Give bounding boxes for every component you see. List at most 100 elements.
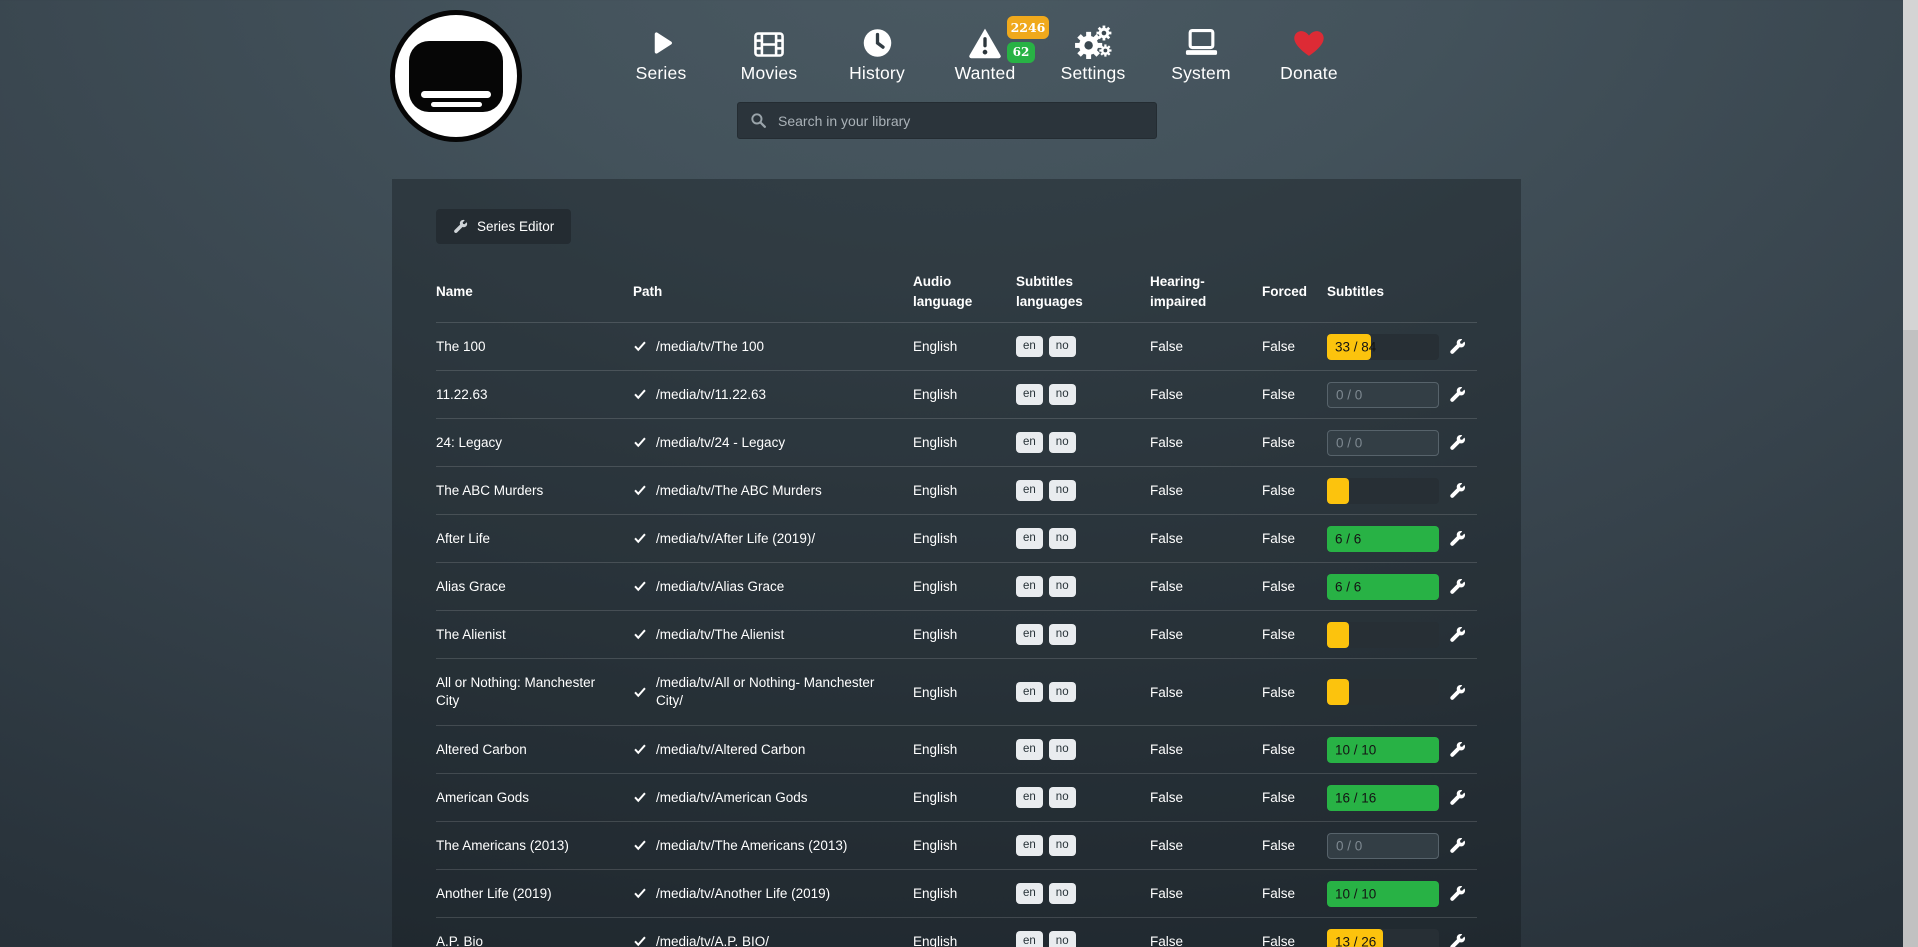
series-name: After Life — [436, 530, 633, 548]
language-badge: en — [1016, 480, 1043, 501]
audio-language: English — [913, 387, 1016, 402]
edit-series-wrench-button[interactable] — [1449, 885, 1466, 902]
bazarr-logo[interactable] — [390, 10, 522, 142]
series-editor-button[interactable]: Series Editor — [436, 209, 571, 244]
series-path-text: /media/tv/The 100 — [656, 338, 764, 356]
series-path: /media/tv/All or Nothing- Manchester Cit… — [633, 674, 913, 709]
library-search — [737, 102, 1157, 139]
language-badge: en — [1016, 739, 1043, 760]
edit-series-wrench-button[interactable] — [1449, 626, 1466, 643]
edit-series-wrench-button[interactable] — [1449, 933, 1466, 947]
language-badges: enno — [1016, 576, 1150, 597]
subtitles-progress: 6 / 6 — [1327, 574, 1439, 600]
series-path: /media/tv/24 - Legacy — [633, 434, 913, 452]
table-row: After Life /media/tv/After Life (2019)/ … — [436, 514, 1477, 562]
edit-series-wrench-button[interactable] — [1449, 482, 1466, 499]
wanted-movies-count-badge: 62 — [1007, 42, 1035, 63]
nav-item-history[interactable]: History — [823, 20, 931, 84]
language-badge: en — [1016, 931, 1043, 947]
audio-language: English — [913, 886, 1016, 901]
series-name: Alias Grace — [436, 578, 633, 596]
subtitles-progress — [1327, 622, 1439, 648]
wrench-icon — [1449, 837, 1466, 854]
check-icon — [633, 886, 647, 900]
column-header-audio-language: Audio language — [913, 272, 1016, 311]
nav-item-movies[interactable]: Movies — [715, 20, 823, 84]
series-path: /media/tv/A.P. BIO/ — [633, 933, 913, 947]
forced-value: False — [1262, 742, 1327, 757]
language-badge: no — [1049, 739, 1076, 760]
nav-label-settings: Settings — [1039, 63, 1147, 84]
language-badge: en — [1016, 336, 1043, 357]
subtitles-progress-label: 0 / 0 — [1336, 838, 1362, 853]
series-name: The Alienist — [436, 626, 633, 644]
audio-language: English — [913, 339, 1016, 354]
column-header-hearing-impaired: Hearing-impaired — [1150, 272, 1262, 311]
wrench-icon — [1449, 789, 1466, 806]
forced-value: False — [1262, 387, 1327, 402]
series-table: Name Path Audio language Subtitles langu… — [436, 262, 1477, 947]
subtitles-progress-label: 0 / 0 — [1336, 387, 1362, 402]
vertical-scrollbar-track[interactable] — [1903, 0, 1918, 947]
subtitles-progress-label: 16 / 16 — [1335, 790, 1376, 805]
series-path: /media/tv/After Life (2019)/ — [633, 530, 913, 548]
table-row: A.P. Bio /media/tv/A.P. BIO/ English enn… — [436, 917, 1477, 947]
column-header-forced: Forced — [1262, 282, 1327, 302]
series-path-text: /media/tv/Alias Grace — [656, 578, 784, 596]
language-badge: no — [1049, 336, 1076, 357]
edit-series-wrench-button[interactable] — [1449, 434, 1466, 451]
play-icon — [607, 20, 715, 60]
language-badges: enno — [1016, 835, 1150, 856]
edit-series-wrench-button[interactable] — [1449, 530, 1466, 547]
check-icon — [633, 435, 647, 449]
edit-series-wrench-button[interactable] — [1449, 741, 1466, 758]
hearing-impaired-value: False — [1150, 934, 1262, 947]
series-path: /media/tv/Altered Carbon — [633, 741, 913, 759]
wrench-icon — [1449, 578, 1466, 595]
language-badge: no — [1049, 576, 1076, 597]
language-badges: enno — [1016, 432, 1150, 453]
language-badge: en — [1016, 576, 1043, 597]
language-badges: enno — [1016, 931, 1150, 947]
edit-series-wrench-button[interactable] — [1449, 789, 1466, 806]
language-badge: en — [1016, 835, 1043, 856]
audio-language: English — [913, 531, 1016, 546]
nav-item-settings[interactable]: Settings — [1039, 20, 1147, 84]
language-badges: enno — [1016, 336, 1150, 357]
edit-series-wrench-button[interactable] — [1449, 338, 1466, 355]
hearing-impaired-value: False — [1150, 742, 1262, 757]
nav-item-wanted[interactable]: Wanted 2246 62 — [931, 20, 1039, 84]
series-path: /media/tv/11.22.63 — [633, 386, 913, 404]
series-path: /media/tv/Another Life (2019) — [633, 885, 913, 903]
edit-series-wrench-button[interactable] — [1449, 684, 1466, 701]
nav-item-series[interactable]: Series — [607, 20, 715, 84]
language-badges: enno — [1016, 739, 1150, 760]
edit-series-wrench-button[interactable] — [1449, 386, 1466, 403]
series-path: /media/tv/The Americans (2013) — [633, 837, 913, 855]
nav-label-donate: Donate — [1255, 63, 1363, 84]
forced-value: False — [1262, 790, 1327, 805]
column-header-subtitles-languages: Subtitles languages — [1016, 272, 1150, 311]
film-icon — [715, 20, 823, 60]
series-editor-panel: Series Editor Name Path Audio language S… — [392, 179, 1521, 947]
nav-item-donate[interactable]: Donate — [1255, 20, 1363, 84]
table-row: Another Life (2019) /media/tv/Another Li… — [436, 869, 1477, 917]
column-header-subtitles: Subtitles — [1327, 282, 1449, 302]
edit-series-wrench-button[interactable] — [1449, 578, 1466, 595]
nav-item-system[interactable]: System — [1147, 20, 1255, 84]
series-name: The Americans (2013) — [436, 837, 633, 855]
vertical-scrollbar-thumb[interactable] — [1903, 0, 1918, 330]
subtitles-progress: 0 / 0 — [1327, 382, 1439, 408]
edit-series-wrench-button[interactable] — [1449, 837, 1466, 854]
series-name: The ABC Murders — [436, 482, 633, 500]
table-header-row: Name Path Audio language Subtitles langu… — [436, 262, 1477, 322]
wrench-icon — [453, 219, 468, 234]
forced-value: False — [1262, 627, 1327, 642]
bazarr-logo-tv-icon — [409, 41, 503, 112]
series-path-text: /media/tv/The Alienist — [656, 626, 784, 644]
series-path-text: /media/tv/24 - Legacy — [656, 434, 785, 452]
hearing-impaired-value: False — [1150, 531, 1262, 546]
search-input[interactable] — [737, 102, 1157, 139]
series-path: /media/tv/Alias Grace — [633, 578, 913, 596]
language-badge: en — [1016, 624, 1043, 645]
